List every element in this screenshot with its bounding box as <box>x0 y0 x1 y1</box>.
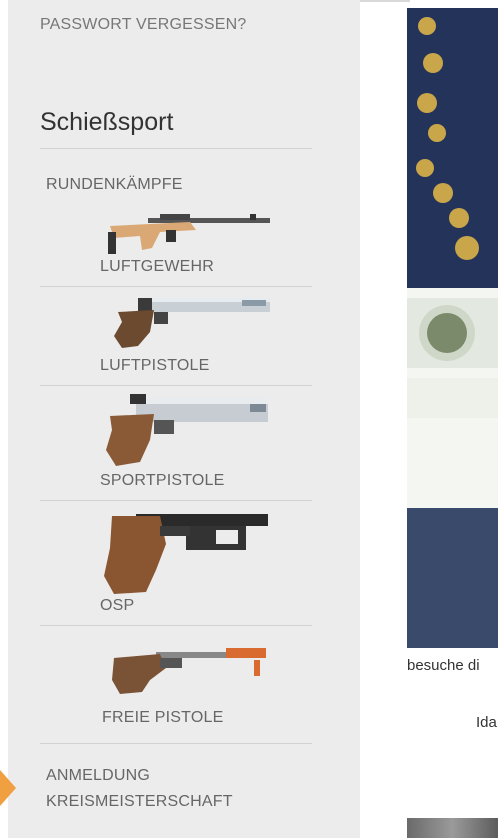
pointer-arrow-icon <box>0 770 16 806</box>
section-title: Schießsport <box>40 108 174 136</box>
sport-pistol-icon[interactable] <box>100 390 272 470</box>
left-gutter <box>0 0 8 838</box>
content-caption-2: Ida <box>476 714 497 731</box>
divider <box>40 743 312 744</box>
osp-pistol-icon[interactable] <box>100 508 272 596</box>
content-caption: besuche di <box>407 657 480 674</box>
bottom-image[interactable] <box>407 818 498 838</box>
forgot-password-link[interactable]: PASSWORT VERGESSEN? <box>40 16 247 34</box>
nav-freie-pistole[interactable]: FREIE PISTOLE <box>102 709 223 727</box>
divider <box>40 625 312 626</box>
nav-luftgewehr[interactable]: LUFTGEWEHR <box>100 258 214 276</box>
title-divider <box>40 148 312 149</box>
nav-sportpistole[interactable]: SPORTPISTOLE <box>100 472 225 490</box>
air-rifle-icon[interactable] <box>100 208 272 256</box>
nav-anmeldung-line1[interactable]: ANMELDUNG <box>46 767 150 785</box>
free-pistol-icon[interactable] <box>106 640 270 696</box>
air-pistol-icon[interactable] <box>102 292 272 350</box>
sidebar: PASSWORT VERGESSEN? Schießsport RUNDENKÄ… <box>8 0 360 838</box>
photo-image <box>407 8 498 648</box>
divider <box>40 286 312 287</box>
divider <box>40 500 312 501</box>
content-photo[interactable] <box>407 8 498 648</box>
nav-rundenkaempfe[interactable]: RUNDENKÄMPFE <box>46 176 183 194</box>
nav-osp[interactable]: OSP <box>100 597 134 615</box>
divider <box>40 385 312 386</box>
nav-luftpistole[interactable]: LUFTPISTOLE <box>100 357 210 375</box>
nav-anmeldung-line2[interactable]: KREISMEISTERSCHAFT <box>46 793 233 811</box>
